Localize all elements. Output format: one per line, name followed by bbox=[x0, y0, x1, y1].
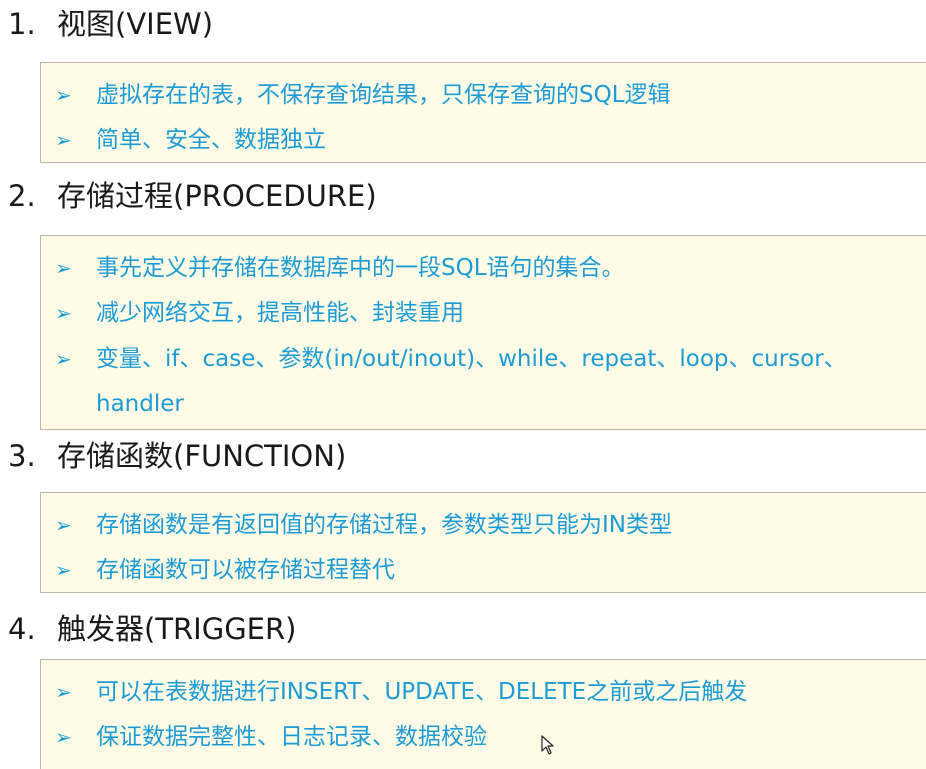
section-4-heading: 4. 触发器(TRIGGER) bbox=[8, 615, 296, 644]
arrow-bullet-icon: ➢ bbox=[55, 128, 72, 152]
section-3-heading: 3. 存储函数(FUNCTION) bbox=[8, 442, 346, 471]
arrow-bullet-icon: ➢ bbox=[55, 558, 72, 582]
arrow-bullet-icon: ➢ bbox=[55, 513, 72, 537]
section-2-heading: 2. 存储过程(PROCEDURE) bbox=[8, 182, 377, 211]
section-number: 1. bbox=[8, 7, 36, 41]
arrow-bullet-icon: ➢ bbox=[55, 301, 72, 325]
arrow-bullet-icon: ➢ bbox=[55, 725, 72, 749]
section-3-box: ➢ 存储函数是有返回值的存储过程，参数类型只能为IN类型 ➢ 存储函数可以被存储… bbox=[40, 492, 926, 593]
section-4-box: ➢ 可以在表数据进行INSERT、UPDATE、DELETE之前或之后触发 ➢ … bbox=[40, 659, 926, 769]
section-title: 存储函数(FUNCTION) bbox=[57, 439, 347, 473]
section-2-box: ➢ 事先定义并存储在数据库中的一段SQL语句的集合。 ➢ 减少网络交互，提高性能… bbox=[40, 235, 926, 430]
arrow-bullet-icon: ➢ bbox=[55, 347, 72, 371]
section-1-heading: 1. 视图(VIEW) bbox=[8, 10, 213, 39]
arrow-bullet-icon: ➢ bbox=[55, 83, 72, 107]
mouse-pointer-icon bbox=[541, 735, 554, 755]
section-title: 存储过程(PROCEDURE) bbox=[57, 179, 377, 213]
section-title: 视图(VIEW) bbox=[57, 7, 214, 41]
section-1-box: ➢ 虚拟存在的表，不保存查询结果，只保存查询的SQL逻辑 ➢ 简单、安全、数据独… bbox=[40, 62, 926, 163]
section-number: 4. bbox=[8, 612, 36, 646]
arrow-bullet-icon: ➢ bbox=[55, 680, 72, 704]
section-number: 3. bbox=[8, 439, 36, 473]
section-number: 2. bbox=[8, 179, 36, 213]
section-title: 触发器(TRIGGER) bbox=[57, 612, 297, 646]
arrow-bullet-icon: ➢ bbox=[55, 256, 72, 280]
